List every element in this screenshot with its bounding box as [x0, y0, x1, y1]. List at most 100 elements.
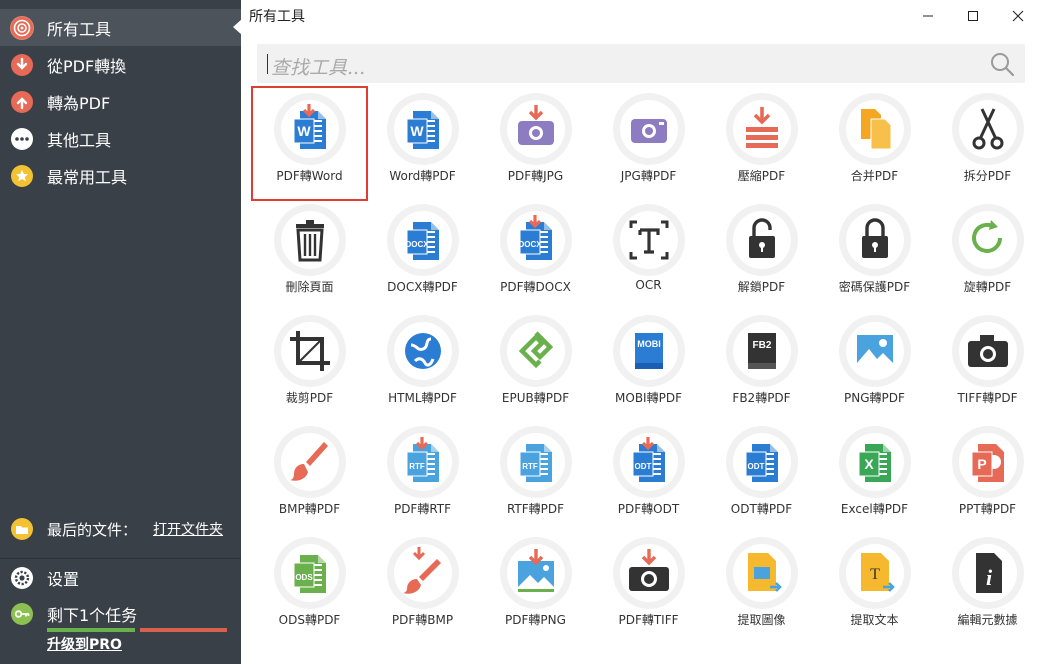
tool-icon-background: P: [959, 433, 1017, 491]
tool-merge[interactable]: 合并PDF: [818, 88, 931, 199]
tool-odt[interactable]: ODT ODT轉PDF: [705, 421, 818, 532]
tool-icon-circle: X: [839, 426, 911, 498]
tool-icon-background: [281, 322, 339, 380]
key-icon: [10, 602, 34, 626]
jpg-icon: [631, 119, 667, 143]
target-icon: [10, 15, 34, 40]
tool-label: 拆分PDF: [963, 169, 1012, 183]
tool-label: 裁剪PDF: [285, 391, 334, 405]
search-input[interactable]: 查找工具...: [257, 44, 1025, 83]
tool-icon-background: [846, 322, 904, 380]
close-button[interactable]: [998, 2, 1038, 30]
unlock-icon: [749, 218, 775, 258]
tool-extract-image[interactable]: 提取圖像: [705, 532, 818, 643]
tool-icon-circle: MOBI: [613, 315, 685, 387]
maximize-button[interactable]: [953, 2, 993, 30]
epub-icon: [518, 331, 554, 369]
minimize-icon: [923, 15, 933, 17]
tool-pdf-to-word[interactable]: W PDF轉Word: [251, 86, 368, 201]
tool-extract-text[interactable]: T 提取文本: [818, 532, 931, 643]
settings-button[interactable]: 设置: [0, 565, 241, 591]
tool-label: DOCX轉PDF: [387, 280, 458, 294]
tool-icon-background: [733, 544, 791, 602]
search-placeholder: 查找工具...: [271, 57, 366, 79]
tool-camera[interactable]: TIFF轉PDF: [931, 310, 1042, 421]
tool-pdf-to-rtf[interactable]: RTF PDF轉RTF: [366, 421, 479, 532]
tool-icon-background: W: [281, 100, 339, 158]
tool-scissors[interactable]: 拆分PDF: [931, 88, 1042, 199]
tool-brush[interactable]: BMP轉PDF: [253, 421, 366, 532]
tool-label: 提取文本: [850, 613, 899, 627]
svg-text:ODT: ODT: [748, 462, 765, 471]
tool-pdf-to-bmp[interactable]: PDF轉BMP: [366, 532, 479, 643]
tool-rtf[interactable]: RTF RTF轉PDF: [479, 421, 592, 532]
tool-rotate[interactable]: 旋轉PDF: [931, 199, 1042, 310]
tool-label: RTF轉PDF: [506, 502, 565, 516]
tool-label: PPT轉PDF: [958, 502, 1017, 516]
tool-icon-background: RTF: [507, 433, 565, 491]
tool-icon-circle: T: [839, 537, 911, 609]
rtf-icon: RTF: [519, 444, 552, 482]
tool-docx[interactable]: DOCX DOCX轉PDF: [366, 199, 479, 310]
tool-mobi[interactable]: MOBI MOBI轉PDF: [592, 310, 705, 421]
tool-icon-background: ODS: [281, 544, 339, 602]
tool-icon-circle: [839, 204, 911, 276]
text-caret: [267, 54, 268, 74]
tool-pdf-to-png[interactable]: PDF轉PNG: [479, 532, 592, 643]
tool-icon-circle: [274, 204, 346, 276]
sidebar-item-favorites[interactable]: 最常用工具: [0, 157, 241, 194]
tool-label: Excel轉PDF: [840, 502, 909, 516]
arrow-up-icon: [10, 90, 34, 114]
open-folder-link[interactable]: 打开文件夹: [153, 519, 223, 539]
tool-globe[interactable]: HTML轉PDF: [366, 310, 479, 421]
tool-icon-background: [507, 322, 565, 380]
tool-pdf-to-odt[interactable]: ODT PDF轉ODT: [592, 421, 705, 532]
tool-icon-background: MOBI: [620, 322, 678, 380]
sidebar-item-all-tools[interactable]: 所有工具: [0, 9, 242, 46]
sidebar-item-to-pdf[interactable]: 轉為PDF: [0, 83, 241, 120]
tool-trash[interactable]: 刪除頁面: [253, 199, 366, 310]
pdf-to-jpg-icon: [518, 105, 554, 145]
crop-icon: [290, 331, 330, 371]
tool-icon-circle: [952, 315, 1024, 387]
info-icon: i: [976, 553, 1002, 593]
tool-ods[interactable]: ODS ODS轉PDF: [253, 532, 366, 643]
tool-icon-background: [281, 433, 339, 491]
camera-icon: [968, 335, 1008, 367]
merge-icon: [861, 109, 892, 150]
sidebar-item-other-tools[interactable]: 其他工具: [0, 120, 241, 157]
gear-icon: [10, 566, 34, 590]
tool-ppt[interactable]: P PPT轉PDF: [931, 421, 1042, 532]
tool-crop[interactable]: 裁剪PDF: [253, 310, 366, 421]
tool-icon-circle: P: [952, 426, 1024, 498]
tool-icon-background: [620, 544, 678, 602]
tool-excel[interactable]: X Excel轉PDF: [818, 421, 931, 532]
tool-pdf-to-docx[interactable]: DOCX PDF轉DOCX: [479, 199, 592, 310]
tool-png[interactable]: PNG轉PDF: [818, 310, 931, 421]
tool-epub[interactable]: EPUB轉PDF: [479, 310, 592, 421]
tool-pdf-to-tiff[interactable]: PDF轉TIFF: [592, 532, 705, 643]
tool-word[interactable]: W Word轉PDF: [366, 88, 479, 199]
tool-ocr[interactable]: OCR: [592, 199, 705, 310]
lock-icon: [862, 218, 888, 258]
tool-icon-background: [846, 211, 904, 269]
tool-jpg[interactable]: JPG轉PDF: [592, 88, 705, 199]
tool-fb2[interactable]: FB2 FB2轉PDF: [705, 310, 818, 421]
tool-compress[interactable]: 壓縮PDF: [705, 88, 818, 199]
tool-lock[interactable]: 密碼保護PDF: [818, 199, 931, 310]
svg-text:DOCX: DOCX: [518, 240, 542, 249]
tool-unlock[interactable]: 解鎖PDF: [705, 199, 818, 310]
rotate-icon: [972, 220, 1002, 253]
tool-icon-background: RTF: [394, 433, 452, 491]
upgrade-pro-link[interactable]: 升级到PRO: [47, 634, 122, 654]
tool-icon-circle: [274, 315, 346, 387]
tool-label: 壓縮PDF: [737, 169, 786, 183]
tool-info[interactable]: i 編輯元數據: [931, 532, 1042, 643]
tool-label: BMP轉PDF: [278, 502, 341, 516]
search-icon[interactable]: [989, 51, 1015, 77]
tool-icon-circle: DOCX: [387, 204, 459, 276]
tool-pdf-to-jpg[interactable]: PDF轉JPG: [479, 88, 592, 199]
tool-icon-circle: FB2: [726, 315, 798, 387]
minimize-button[interactable]: [908, 2, 948, 30]
sidebar-item-from-pdf[interactable]: 從PDF轉換: [0, 46, 241, 83]
